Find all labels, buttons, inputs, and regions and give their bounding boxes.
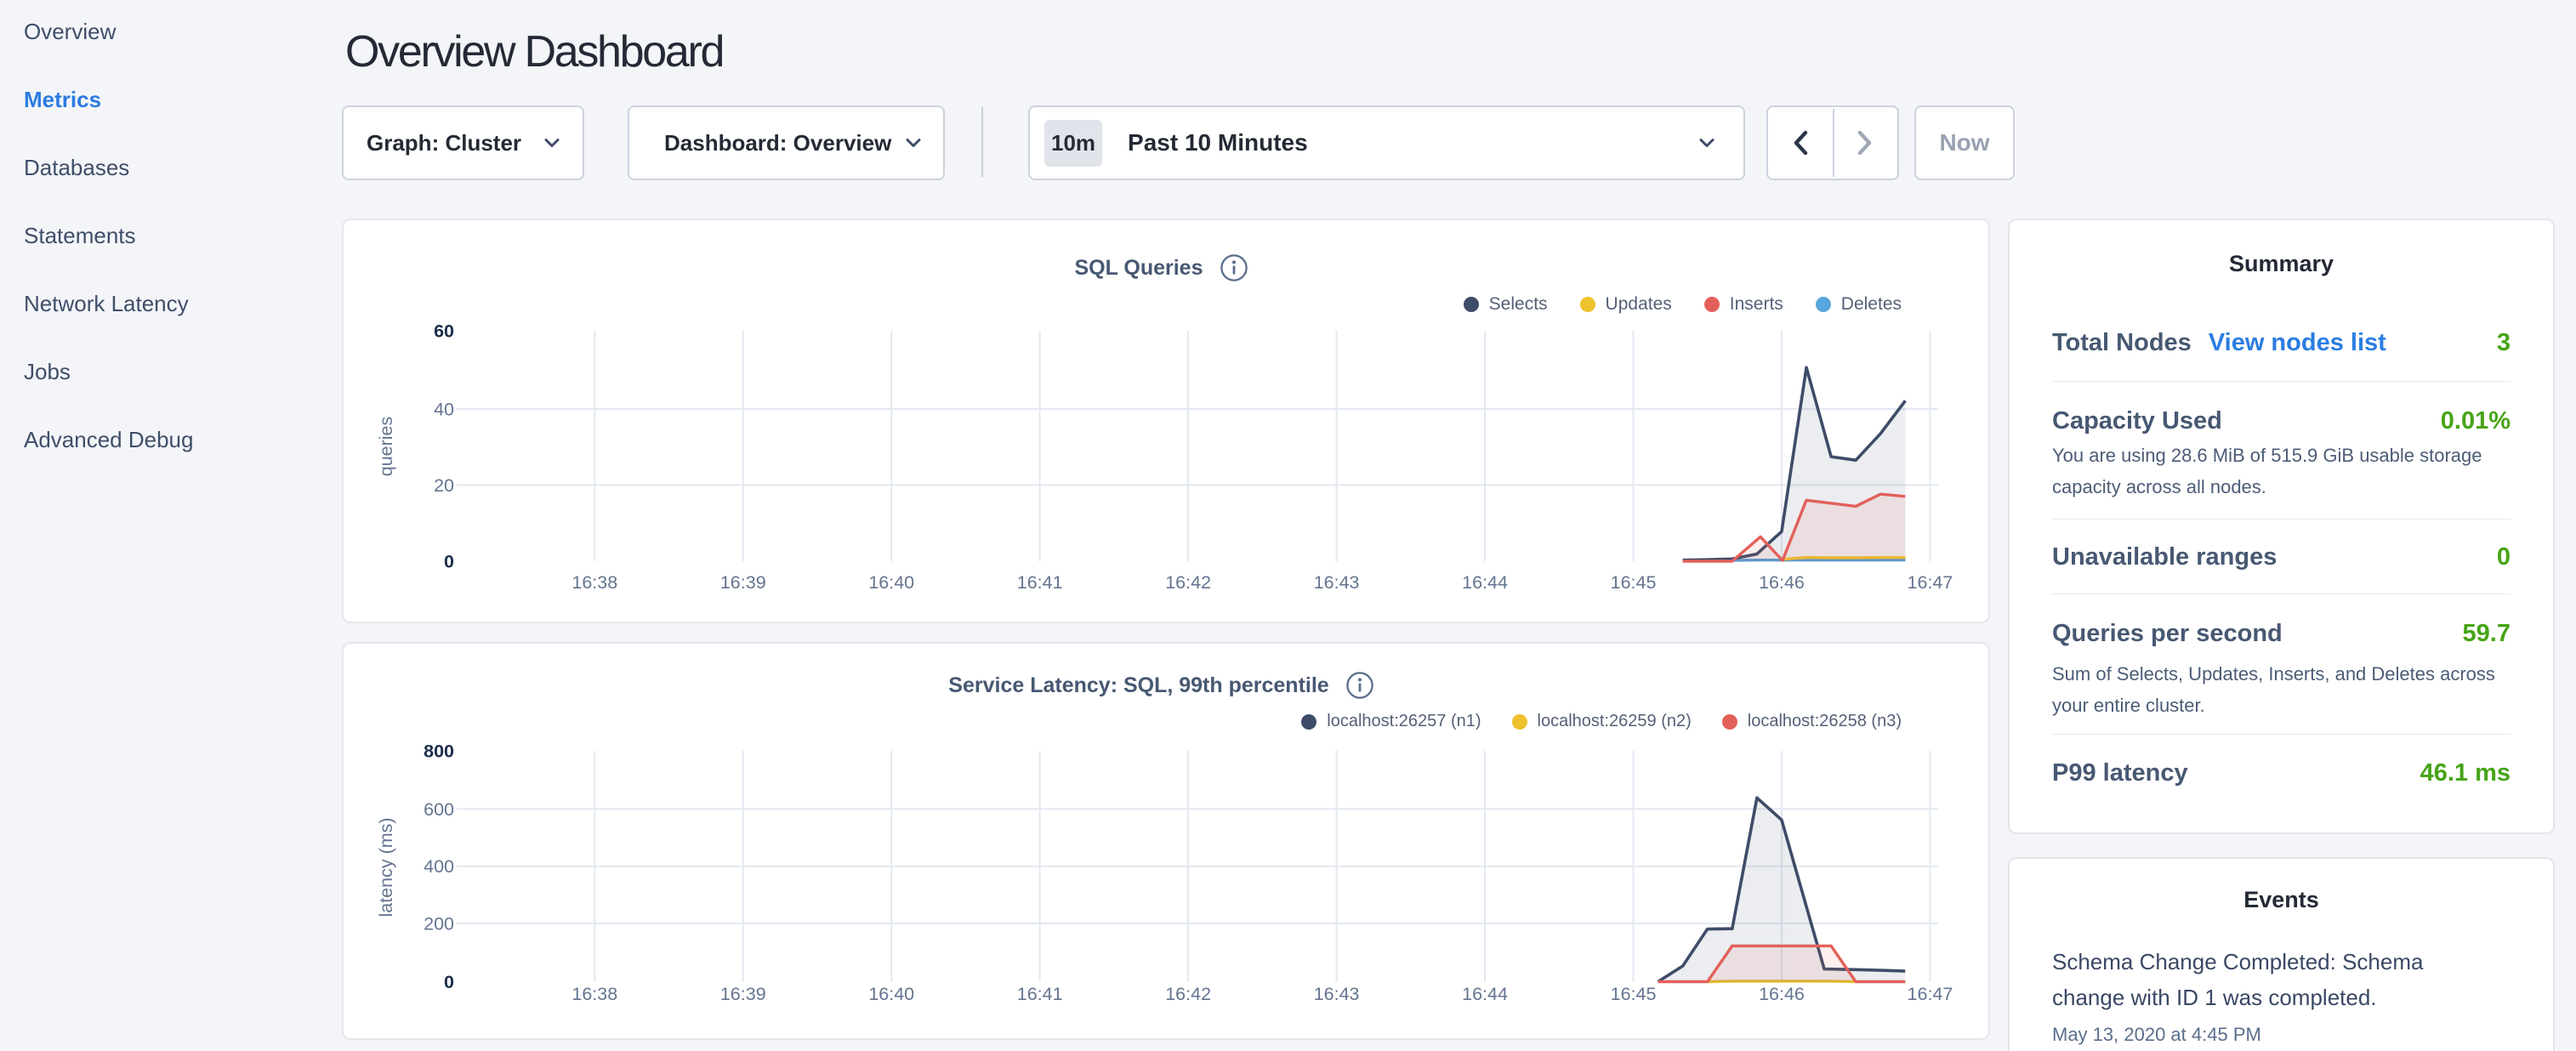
svg-text:60: 60 [434,321,454,342]
svg-text:16:41: 16:41 [1017,984,1063,1004]
svg-text:16:43: 16:43 [1314,984,1360,1004]
svg-text:0: 0 [444,552,454,572]
svg-text:16:40: 16:40 [868,984,914,1004]
svg-text:800: 800 [424,741,454,762]
svg-text:40: 40 [434,400,454,420]
svg-text:queries: queries [376,417,396,477]
svg-text:latency (ms): latency (ms) [376,817,396,917]
svg-text:16:39: 16:39 [720,572,766,593]
svg-text:16:47: 16:47 [1908,572,1953,593]
svg-text:16:44: 16:44 [1462,984,1508,1004]
svg-text:16:38: 16:38 [571,984,617,1004]
svg-text:20: 20 [434,475,454,496]
svg-text:16:39: 16:39 [720,984,766,1004]
svg-text:0: 0 [444,972,454,992]
svg-text:16:45: 16:45 [1611,572,1657,593]
svg-text:16:47: 16:47 [1908,984,1953,1004]
svg-text:16:43: 16:43 [1314,572,1360,593]
svg-text:16:46: 16:46 [1759,572,1805,593]
svg-text:16:41: 16:41 [1017,572,1063,593]
svg-text:16:45: 16:45 [1611,984,1657,1004]
svg-text:16:38: 16:38 [571,572,617,593]
svg-text:16:42: 16:42 [1165,984,1211,1004]
svg-text:200: 200 [424,914,454,935]
svg-text:400: 400 [424,856,454,877]
svg-text:16:44: 16:44 [1462,572,1508,593]
svg-text:600: 600 [424,799,454,820]
svg-text:16:42: 16:42 [1165,572,1211,593]
svg-text:16:46: 16:46 [1759,984,1805,1004]
svg-text:16:40: 16:40 [868,572,914,593]
